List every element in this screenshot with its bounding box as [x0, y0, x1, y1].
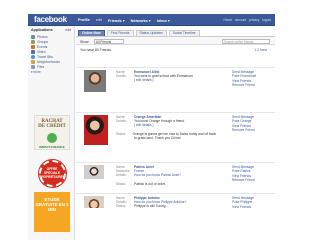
link-home[interactable]: Home	[224, 18, 233, 22]
ad-offre-speciale[interactable]: OFFRE SPÉCIALE PROPRIÉTAIRES	[34, 158, 70, 188]
friend-status: Philippe is still Tuning...	[134, 204, 169, 209]
sidebar-item-label: Events	[37, 44, 48, 49]
sidebar-item-label: Neighborhoods	[37, 59, 60, 64]
status-key: Status:	[116, 204, 126, 209]
sidebar-item-label: Travel Bits	[37, 54, 53, 59]
video-icon	[31, 49, 35, 54]
friend-photo[interactable]	[84, 196, 104, 208]
friends-search-input[interactable]: Search within friends	[222, 38, 270, 44]
ad-rachat-brand: IMPACT-FINANCE	[39, 144, 65, 149]
nav-profile[interactable]: Profile	[78, 18, 90, 23]
friend-info: Name: Emmanuel Allixi Details: You went to…	[116, 70, 216, 83]
friend-status: Patrick is out of order.	[134, 181, 166, 186]
friend-row: Name: Emmanuel Allixi Details: You went to…	[76, 67, 275, 108]
link-privacy[interactable]: privacy	[249, 18, 259, 22]
friend-row: Name: Patrick Aniel Networks: France Detai…	[76, 162, 275, 190]
remove-friend-link[interactable]: Remove Friend	[232, 178, 272, 182]
sidebar-item-label: Files	[37, 64, 45, 69]
neighborhoods-icon	[31, 59, 35, 64]
friend-info: Name: Philippe Antoine Details: How do you…	[116, 196, 216, 209]
globe-icon	[31, 54, 35, 59]
view-friends-link[interactable]: View Friends	[232, 205, 272, 209]
applications-edit-link[interactable]: edit	[65, 28, 71, 32]
nav-friends[interactable]: Friends ▾	[108, 18, 125, 23]
ad-rachat-line2: DE CRÉDIT	[38, 124, 66, 130]
pagination[interactable]: 1 2 Next	[254, 48, 267, 52]
main-nav: Profile edit Friends ▾ Networks ▾ Inbox …	[78, 18, 170, 23]
filter-label: Show:	[80, 39, 90, 44]
friend-info: Name: Patrick Aniel Networks: France Detai…	[116, 165, 216, 186]
facebook-logo[interactable]: facebook	[34, 15, 67, 24]
friend-count: You have 80 Friends.	[80, 47, 112, 52]
account-links: Home account privacy logout	[224, 18, 271, 22]
applications-title: Applications	[31, 28, 53, 32]
friends-panel: Online Now Find Friends Status Updates S…	[76, 26, 275, 240]
friend-photo[interactable]	[84, 165, 104, 179]
friend-status-cont: to grass land. Thank you China!	[134, 135, 181, 140]
friend-actions: Send Message Poke Patrick View Friends R…	[232, 165, 272, 183]
friend-actions: Send Message Poke Philippe View Friends	[232, 196, 272, 209]
application-list: Photos Groups Events Video Travel Bits N…	[28, 34, 74, 69]
friend-photo[interactable]	[84, 115, 108, 145]
groups-icon	[31, 39, 35, 44]
edit-details-link[interactable]: [ edit details ]	[134, 123, 153, 127]
nav-inbox[interactable]: Inbox ▾	[157, 18, 170, 23]
friend-photo[interactable]	[84, 70, 106, 92]
files-icon	[31, 64, 35, 69]
photos-icon	[31, 34, 35, 39]
top-navigation-bar: facebook Profile edit Friends ▾ Networks…	[28, 14, 275, 26]
friend-actions: Send Message Poke Emmanuel View Friends …	[232, 70, 272, 88]
friend-count-bar: You have 80 Friends. 1 2 Next	[76, 46, 275, 53]
nav-profile-edit[interactable]: edit	[96, 18, 102, 23]
filter-bar: Show: All Friends Search within friends	[76, 36, 275, 45]
checkmark-icon	[47, 132, 57, 143]
ad-etude-gratuite[interactable]: ETUDE GRATUITE EN 2 MIN	[34, 192, 70, 232]
nav-networks[interactable]: Networks ▾	[131, 18, 151, 23]
friends-filter-select[interactable]: All Friends	[94, 38, 124, 44]
remove-friend-link[interactable]: Remove Friend	[232, 83, 272, 87]
friend-details[interactable]: How do you know Patrick Aniel?	[134, 173, 181, 177]
friend-actions: Send Message Poke Orange View Friends Re…	[232, 115, 272, 133]
friend-row: Name: Orange Amerikan Details: You know Or…	[76, 112, 275, 160]
sidebar-item-label: Groups	[37, 39, 49, 44]
ad-seal: OFFRE SPÉCIALE PROPRIÉTAIRES	[37, 158, 67, 188]
remove-friend-link[interactable]: Remove Friend	[232, 128, 272, 132]
friend-row: Name: Philippe Antoine Details: How do you…	[76, 193, 275, 240]
edit-details-link[interactable]: [ edit details ]	[134, 78, 153, 82]
applications-header: Applications edit	[28, 26, 74, 34]
details-key: Details:	[116, 173, 127, 178]
sidebar-item-label: Photos	[37, 34, 48, 39]
ad-rachat-credit[interactable]: RACHAT DE CRÉDIT IMPACT-FINANCE	[34, 115, 70, 150]
events-icon	[31, 44, 35, 49]
status-key: Status:	[116, 181, 126, 186]
link-logout[interactable]: logout	[262, 18, 271, 22]
sidebar-more-link[interactable]: ▾ more	[28, 69, 74, 75]
link-account[interactable]: account	[235, 18, 246, 22]
sidebar-item-label: Video	[37, 49, 46, 54]
friend-info: Name: Orange Amerikan Details: You know Or…	[116, 115, 216, 140]
